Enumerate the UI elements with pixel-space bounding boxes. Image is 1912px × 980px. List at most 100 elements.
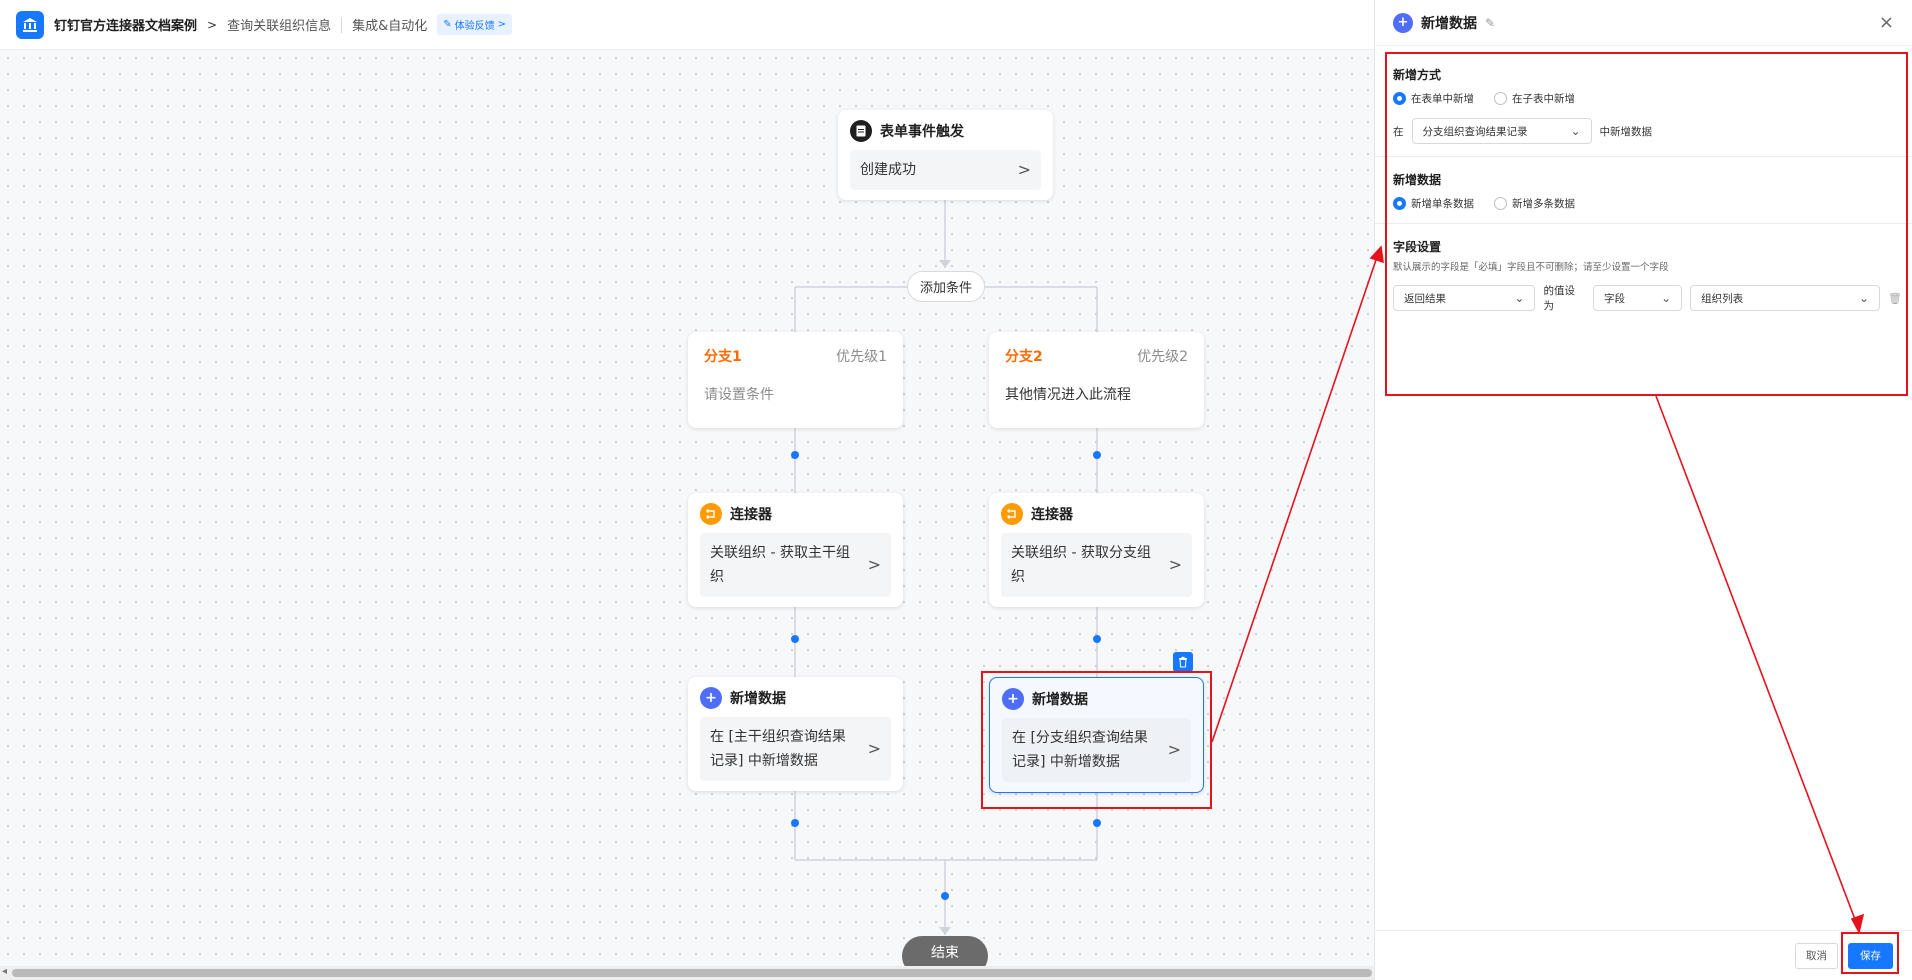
field-settings-title: 字段设置 <box>1393 240 1442 254</box>
breadcrumb-separator: > <box>207 17 218 32</box>
chevron-right-icon: > <box>867 555 881 574</box>
value-type-value: 字段 <box>1603 292 1625 305</box>
add-method-title: 新增方式 <box>1393 68 1442 82</box>
feedback-icon: ✎ <box>443 19 452 30</box>
radio-label: 新增多条数据 <box>1512 198 1575 210</box>
form-prefix-label: 在 <box>1393 125 1404 138</box>
add-condition-button[interactable]: 添加条件 <box>907 271 986 302</box>
branch-name: 分支2 <box>1005 349 1043 365</box>
add-data-section: 新增数据 新增单条数据 新增多条数据 <box>1375 157 1912 224</box>
panel-header: + 新增数据 ✎ × <box>1375 0 1912 46</box>
connector-icon <box>700 503 722 525</box>
flow-canvas[interactable]: 表单事件触发 创建成功 > 添加条件 分支1 优先级1 请设置条件 分支2 优先… <box>0 50 1374 968</box>
radio-label: 在子表中新增 <box>1512 93 1575 105</box>
connector-action-label: 关联组织 - 获取分支组织 <box>1011 545 1151 585</box>
plus-icon: + <box>700 687 722 709</box>
connector-node-1[interactable]: 连接器 关联组织 - 获取主干组织 > <box>688 493 903 607</box>
add-data-title: 新增数据 <box>1393 173 1442 187</box>
connector-action[interactable]: 关联组织 - 获取分支组织 > <box>1001 533 1192 597</box>
connector-title: 连接器 <box>1031 507 1073 523</box>
trash-icon[interactable]: 🗑 <box>1888 292 1902 305</box>
add-data-action[interactable]: 在 [主干组织查询结果记录] 中新增数据 > <box>700 717 891 781</box>
add-data-node-2[interactable]: + 新增数据 在 [分支组织查询结果记录] 中新增数据 > <box>989 677 1204 793</box>
branch-name: 分支1 <box>704 349 742 365</box>
connector-title: 连接器 <box>730 507 772 523</box>
branch-condition: 请设置条件 <box>704 387 774 403</box>
pencil-icon[interactable]: ✎ <box>1485 16 1495 30</box>
field-select-value: 返回结果 <box>1404 292 1446 305</box>
radio-in-subtable[interactable]: 在子表中新增 <box>1494 91 1575 106</box>
page-name[interactable]: 查询关联组织信息 <box>227 15 331 34</box>
branch-priority: 优先级2 <box>1137 349 1188 365</box>
cancel-button[interactable]: 取消 <box>1795 942 1838 969</box>
add-data-action-label: 在 [分支组织查询结果记录] 中新增数据 <box>1012 730 1148 770</box>
value-set-label: 的值设为 <box>1543 285 1575 312</box>
chevron-right-icon: > <box>497 19 507 30</box>
target-form-select[interactable]: 分支组织查询结果记录 ⌄ <box>1411 118 1592 144</box>
close-icon[interactable]: × <box>1879 12 1894 33</box>
radio-single[interactable]: 新增单条数据 <box>1393 196 1474 211</box>
add-data-action[interactable]: 在 [分支组织查询结果记录] 中新增数据 > <box>1002 718 1191 782</box>
end-node[interactable]: 结束 <box>902 936 988 968</box>
form-document-icon <box>850 120 872 142</box>
connector-action-label: 关联组织 - 获取主干组织 <box>710 545 850 585</box>
feedback-button[interactable]: ✎ 体验反馈 > <box>437 14 513 35</box>
radio-in-form[interactable]: 在表单中新增 <box>1393 91 1474 106</box>
chevron-right-icon: > <box>867 739 881 758</box>
add-data-title: 新增数据 <box>1032 692 1088 708</box>
save-button[interactable]: 保存 <box>1848 942 1893 969</box>
chevron-right-icon: > <box>1017 160 1031 179</box>
target-form-value: 分支组织查询结果记录 <box>1422 125 1528 138</box>
branch-condition: 其他情况进入此流程 <box>1005 387 1131 403</box>
add-data-node-1[interactable]: + 新增数据 在 [主干组织查询结果记录] 中新增数据 > <box>688 677 903 791</box>
scroll-left-icon[interactable]: ◂ <box>2 966 7 977</box>
plus-icon: + <box>1002 688 1024 710</box>
branch-1-card[interactable]: 分支1 优先级1 请设置条件 <box>688 332 903 428</box>
connector-icon <box>1001 503 1023 525</box>
config-panel: + 新增数据 ✎ × 新增方式 在表单中新增 在子表中新增 在 分支组织查询结果… <box>1374 0 1912 980</box>
radio-multiple[interactable]: 新增多条数据 <box>1494 196 1575 211</box>
delete-node-button[interactable] <box>1173 652 1193 672</box>
add-data-action-label: 在 [主干组织查询结果记录] 中新增数据 <box>710 729 846 769</box>
radio-dot <box>1494 197 1507 210</box>
radio-dot-checked <box>1393 197 1406 210</box>
branch-2-card[interactable]: 分支2 优先级2 其他情况进入此流程 <box>989 332 1204 428</box>
top-bar: 钉钉官方连接器文档案例 > 查询关联组织信息 集成&自动化 ✎ 体验反馈 > <box>0 0 1374 50</box>
field-settings-hint: 默认展示的字段是「必填」字段且不可删除；请至少设置一个字段 <box>1393 262 1669 273</box>
connector-node-2[interactable]: 连接器 关联组织 - 获取分支组织 > <box>989 493 1204 607</box>
branch-priority: 优先级1 <box>836 349 887 365</box>
trigger-title: 表单事件触发 <box>880 124 964 140</box>
radio-label: 新增单条数据 <box>1411 198 1474 210</box>
chevron-right-icon: > <box>1168 555 1182 574</box>
chevron-right-icon: > <box>1167 740 1181 759</box>
radio-dot <box>1494 92 1507 105</box>
trigger-node[interactable]: 表单事件触发 创建成功 > <box>838 110 1053 200</box>
trash-icon <box>1179 656 1187 668</box>
chevron-down-icon: ⌄ <box>1661 291 1672 305</box>
add-data-title: 新增数据 <box>730 691 786 707</box>
field-select[interactable]: 返回结果 ⌄ <box>1393 285 1536 311</box>
add-method-section: 新增方式 在表单中新增 在子表中新增 在 分支组织查询结果记录 ⌄ 中新增数据 <box>1375 46 1912 157</box>
chevron-down-icon: ⌄ <box>1570 124 1581 138</box>
horizontal-scrollbar[interactable]: ◂ <box>0 966 1374 980</box>
chevron-down-icon: ⌄ <box>1514 291 1525 305</box>
trigger-event[interactable]: 创建成功 > <box>850 150 1041 190</box>
integration-automation-link[interactable]: 集成&自动化 <box>352 15 427 34</box>
value-select[interactable]: 组织列表 ⌄ <box>1690 285 1881 311</box>
radio-label: 在表单中新增 <box>1411 93 1474 105</box>
radio-dot-checked <box>1393 92 1406 105</box>
field-settings-section: 字段设置 默认展示的字段是「必填」字段且不可删除；请至少设置一个字段 返回结果 … <box>1375 224 1912 325</box>
bank-icon[interactable] <box>16 10 44 39</box>
value-type-select[interactable]: 字段 ⌄ <box>1592 285 1683 311</box>
connector-action[interactable]: 关联组织 - 获取主干组织 > <box>700 533 891 597</box>
trigger-event-label: 创建成功 <box>860 162 916 178</box>
chevron-down-icon: ⌄ <box>1858 291 1870 305</box>
panel-footer: 取消 保存 <box>1375 930 1912 980</box>
form-suffix-label: 中新增数据 <box>1599 125 1653 138</box>
plus-icon: + <box>1393 12 1413 33</box>
app-name[interactable]: 钉钉官方连接器文档案例 <box>54 15 197 34</box>
value-select-value: 组织列表 <box>1701 292 1744 305</box>
feedback-label: 体验反馈 <box>454 21 495 32</box>
panel-title: 新增数据 <box>1421 15 1477 32</box>
scrollbar-thumb[interactable] <box>12 969 1372 977</box>
